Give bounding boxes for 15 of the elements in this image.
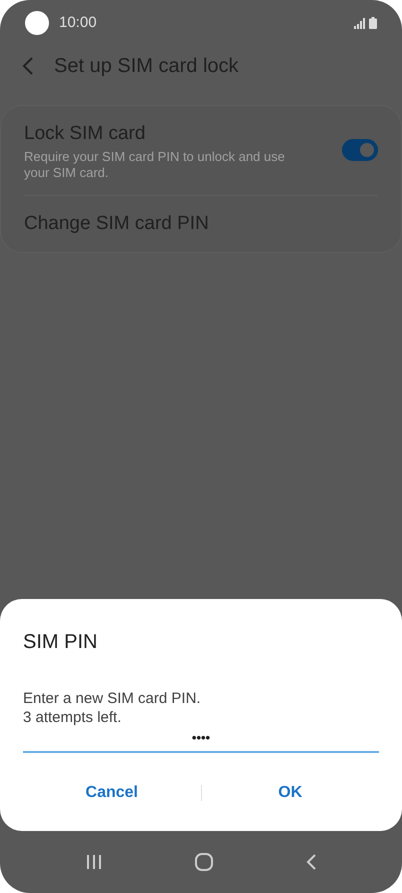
dialog-button[interactable]: Cancel <box>23 775 200 811</box>
back-icon[interactable] <box>22 57 34 75</box>
setting-description: Require your SIM card PIN to unlock and use your SIM card. <box>24 148 286 180</box>
dialog-title: SIM PIN <box>23 630 98 655</box>
status-time: 10:00 <box>59 12 97 33</box>
signal-icon <box>354 18 366 28</box>
dialog-message: Enter a new SIM card PIN. 3 attempts left. <box>23 689 202 727</box>
toggle-switch[interactable] <box>342 139 378 162</box>
pin-field[interactable]: •••• <box>23 727 379 753</box>
home-icon[interactable] <box>194 853 213 871</box>
page-title: Set up SIM card lock <box>54 54 239 79</box>
battery-icon <box>369 17 377 29</box>
recent-apps-icon[interactable] <box>86 854 102 870</box>
camera-cutout-icon <box>25 11 49 35</box>
dialog-button[interactable]: OK <box>202 775 379 811</box>
